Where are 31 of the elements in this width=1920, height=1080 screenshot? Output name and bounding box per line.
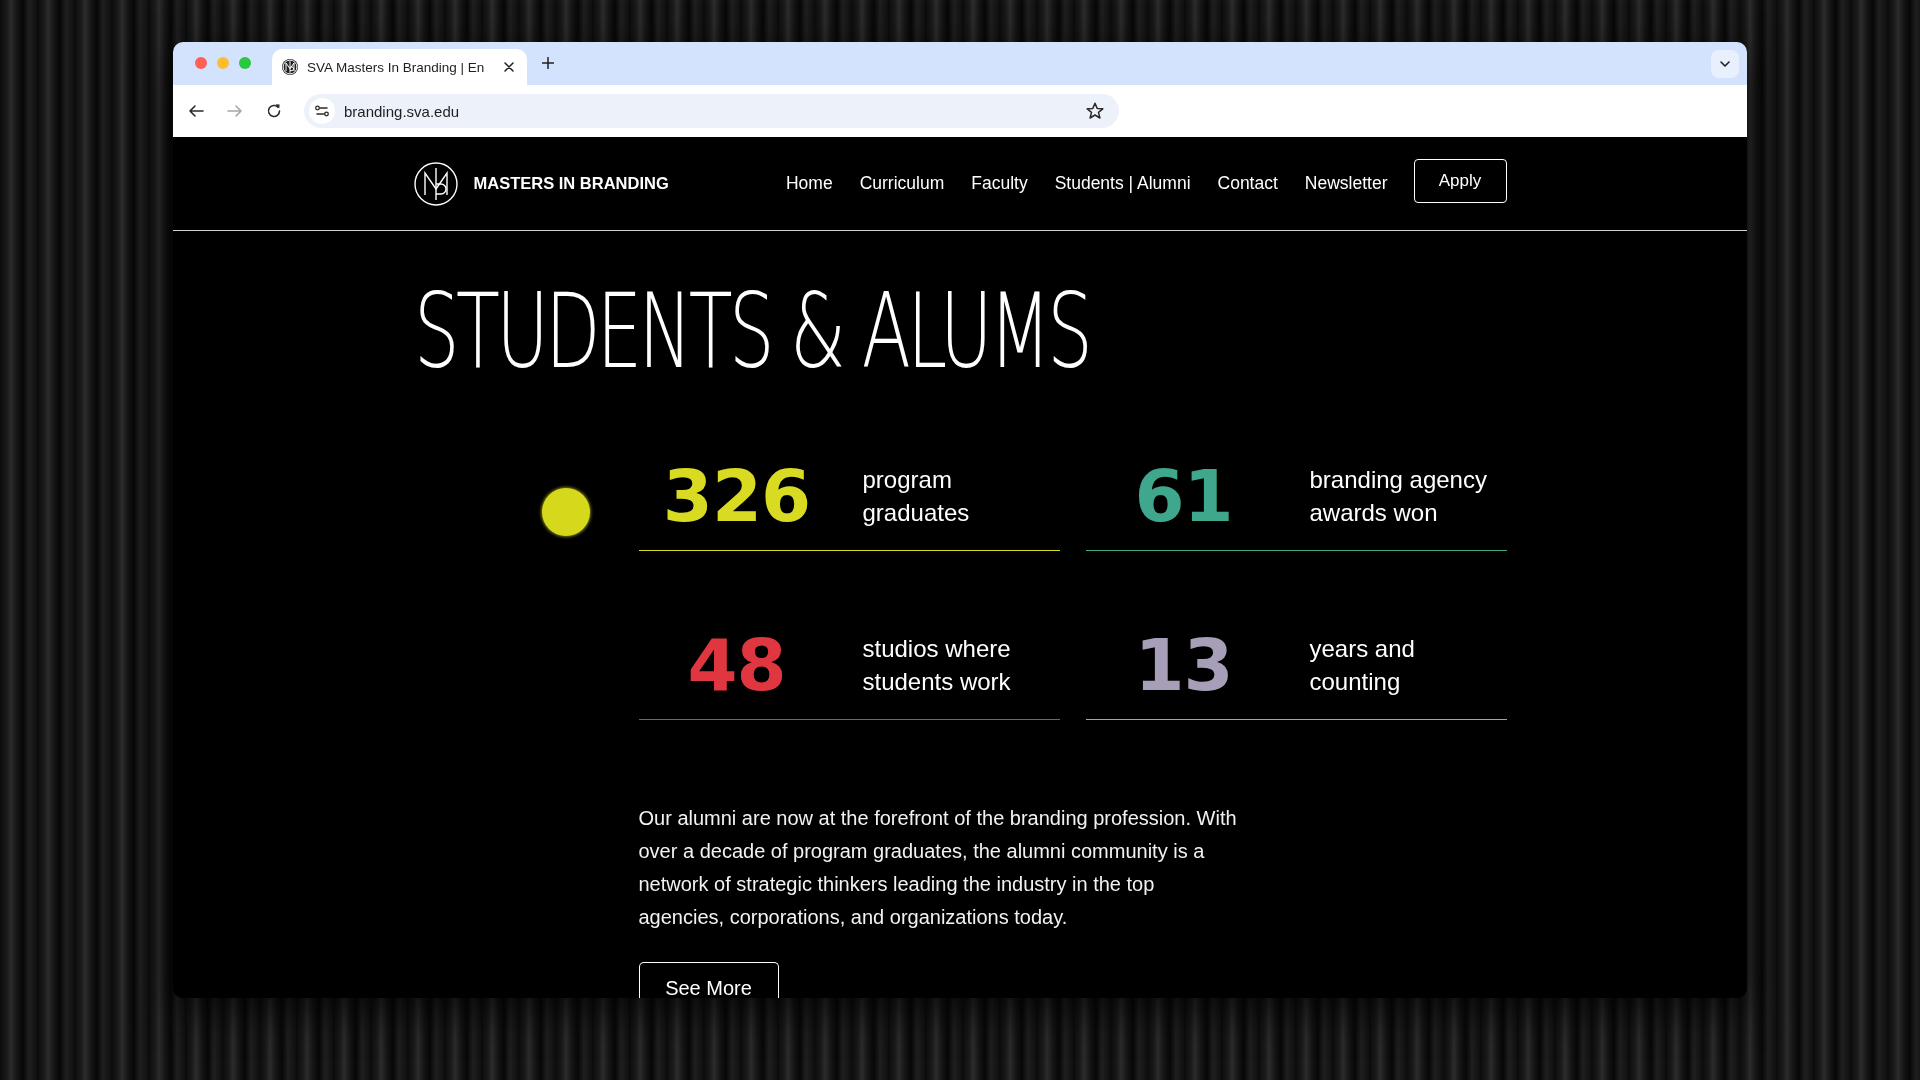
chevron-down-icon[interactable] [1711,49,1739,78]
intro-paragraph: Our alumni are now at the forefront of the branding profession. With over a decade of program graduates, the alumni community is a network of strategic thinkers leading the industry in the top agencies, corporations, and organizations today. [638,806,1238,930]
address-field[interactable]: branding.sva.edu [304,94,1119,128]
stat-description: program graduates [862,465,970,526]
browser-tab[interactable]: SVA Masters In Branding | En [272,49,527,85]
page-heading: STUDENTS & ALUMS [413,279,1089,383]
stat-number: 48 [687,628,786,701]
stat-description: studios where students work [862,634,1011,695]
site-settings-icon[interactable] [309,98,335,124]
stat-description: branding agency awards won [1309,465,1487,526]
star-icon[interactable] [1086,102,1104,120]
see-more-button[interactable]: See More [638,962,779,998]
stat-number: 13 [1134,628,1233,701]
nav-link[interactable]: Home [785,173,833,194]
stat-description: years and counting [1309,634,1415,695]
arrow-left-icon[interactable] [188,103,204,119]
apply-button[interactable]: Apply [1413,158,1507,203]
nav-link[interactable]: Newsletter [1304,173,1388,194]
reload-icon[interactable] [266,103,282,119]
dot-icon [542,488,590,536]
logo-icon[interactable] [413,161,458,206]
nav-link[interactable]: Students | Alumni [1054,173,1191,194]
brand-link[interactable]: MASTERS IN BRANDING [473,174,669,193]
nav-link[interactable]: Contact [1217,173,1278,194]
stat-number: 326 [662,459,811,532]
close-icon[interactable] [504,62,514,72]
logo-icon [282,59,298,75]
nav-link[interactable]: Faculty [971,173,1028,194]
nav-link[interactable]: Curriculum [859,173,945,194]
stat-number: 61 [1134,459,1233,532]
plus-icon[interactable] [542,56,554,69]
